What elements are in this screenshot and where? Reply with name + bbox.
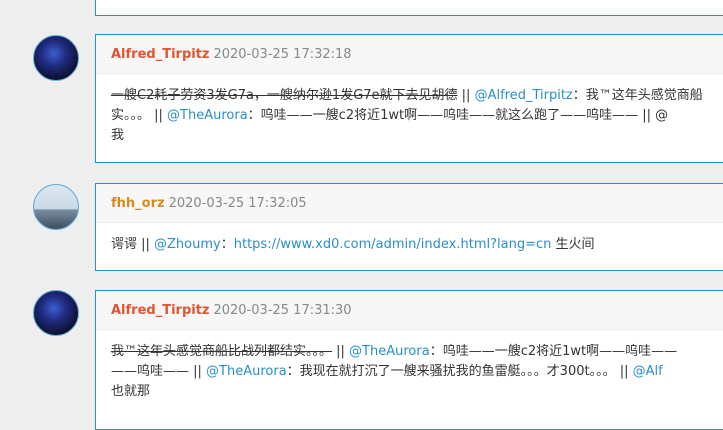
mention-link[interactable]: @TheAurora: [167, 108, 248, 123]
comment-line: 实。。。 || @TheAurora：呜哇——一艘c2将近1wt啊——呜哇——就…: [111, 106, 723, 126]
comment-line: 一艘C2耗子劳资3发G7a，一艘纳尔逊1发G7e就下去见胡德 || @Alfre…: [111, 86, 723, 106]
previous-comment-box: [95, 0, 723, 16]
mention-link[interactable]: @Alfred_Tirpitz: [475, 88, 573, 103]
comment-text: 生火间: [551, 237, 595, 252]
comment-username[interactable]: Alfred_Tirpitz: [111, 47, 209, 62]
comment-text: 谔谔 ||: [111, 237, 155, 252]
mention-link[interactable]: @TheAurora: [349, 344, 430, 359]
comment-line: ——呜哇—— || @TheAurora：我现在就打沉了一艘来骚扰我的鱼雷艇。。…: [111, 362, 723, 382]
comment-date: 2020-03-25 17:32:05: [168, 195, 307, 211]
comment-text: ：我™这年头感觉商船: [572, 88, 703, 103]
comment-line: 谔谔 || @Zhoumy：https://www.xd0.com/admin/…: [111, 235, 723, 255]
comment-date: 2020-03-25 17:31:30: [213, 302, 352, 318]
comment-body: 谔谔 || @Zhoumy：https://www.xd0.com/admin/…: [96, 223, 723, 255]
avatar[interactable]: [33, 290, 79, 336]
comment-line: 我™这年头感觉商船比战列都结实。。。 || @TheAurora：呜哇——一艘c…: [111, 342, 723, 362]
comment-line: 也就那: [111, 382, 723, 402]
url-link[interactable]: https://www.xd0.com/admin/index.html?lan…: [234, 237, 552, 252]
mention-link[interactable]: @Alf: [633, 364, 663, 379]
comment-date: 2020-03-25 17:32:18: [213, 46, 352, 62]
avatar[interactable]: [33, 184, 79, 230]
comment-text: ——呜哇—— ||: [111, 364, 207, 379]
comment-body: 我™这年头感觉商船比战列都结实。。。 || @TheAurora：呜哇——一艘c…: [96, 330, 723, 402]
comment-username[interactable]: Alfred_Tirpitz: [111, 303, 209, 318]
mention-link[interactable]: @Zhoumy: [154, 237, 221, 252]
comment-text: ：呜哇——一艘c2将近1wt啊——呜哇——: [429, 344, 678, 359]
comment-header: Alfred_Tirpitz 2020-03-25 17:31:30: [96, 291, 723, 330]
comment-text: 实。。。 ||: [111, 108, 168, 123]
comment-text: 也就那: [111, 384, 151, 399]
comment-body: 一艘C2耗子劳资3发G7a，一艘纳尔逊1发G7e就下去见胡德 || @Alfre…: [96, 74, 723, 146]
comment-header: Alfred_Tirpitz 2020-03-25 17:32:18: [96, 35, 723, 74]
comment-text: ：呜哇——一艘c2将近1wt啊——呜哇——就这么跑了——呜哇—— || @: [247, 108, 669, 123]
avatar[interactable]: [33, 35, 79, 81]
comment-text: 一艘C2耗子劳资3发G7a，一艘纳尔逊1发G7e就下去见胡德: [111, 88, 458, 103]
comment-text: ||: [332, 344, 350, 359]
comment-text: ：我现在就打沉了一艘来骚扰我的鱼雷艇。。。才300t。。。 ||: [286, 364, 633, 379]
comment-text: ||: [457, 88, 475, 103]
comment-box: Alfred_Tirpitz 2020-03-25 17:31:30 我™这年头…: [95, 290, 723, 430]
comment-text: 我™这年头感觉商船比战列都结实。。。: [111, 344, 333, 359]
comment-text: 我: [111, 128, 125, 143]
comment-line: 我: [111, 126, 723, 146]
comment-box: fhh_orz 2020-03-25 17:32:05 谔谔 || @Zhoum…: [95, 183, 723, 271]
comment-username[interactable]: fhh_orz: [111, 196, 165, 211]
comment-box: Alfred_Tirpitz 2020-03-25 17:32:18 一艘C2耗…: [95, 34, 723, 163]
mention-link[interactable]: @TheAurora: [206, 364, 287, 379]
comment-text: ：: [220, 237, 234, 252]
comment-header: fhh_orz 2020-03-25 17:32:05: [96, 184, 723, 223]
